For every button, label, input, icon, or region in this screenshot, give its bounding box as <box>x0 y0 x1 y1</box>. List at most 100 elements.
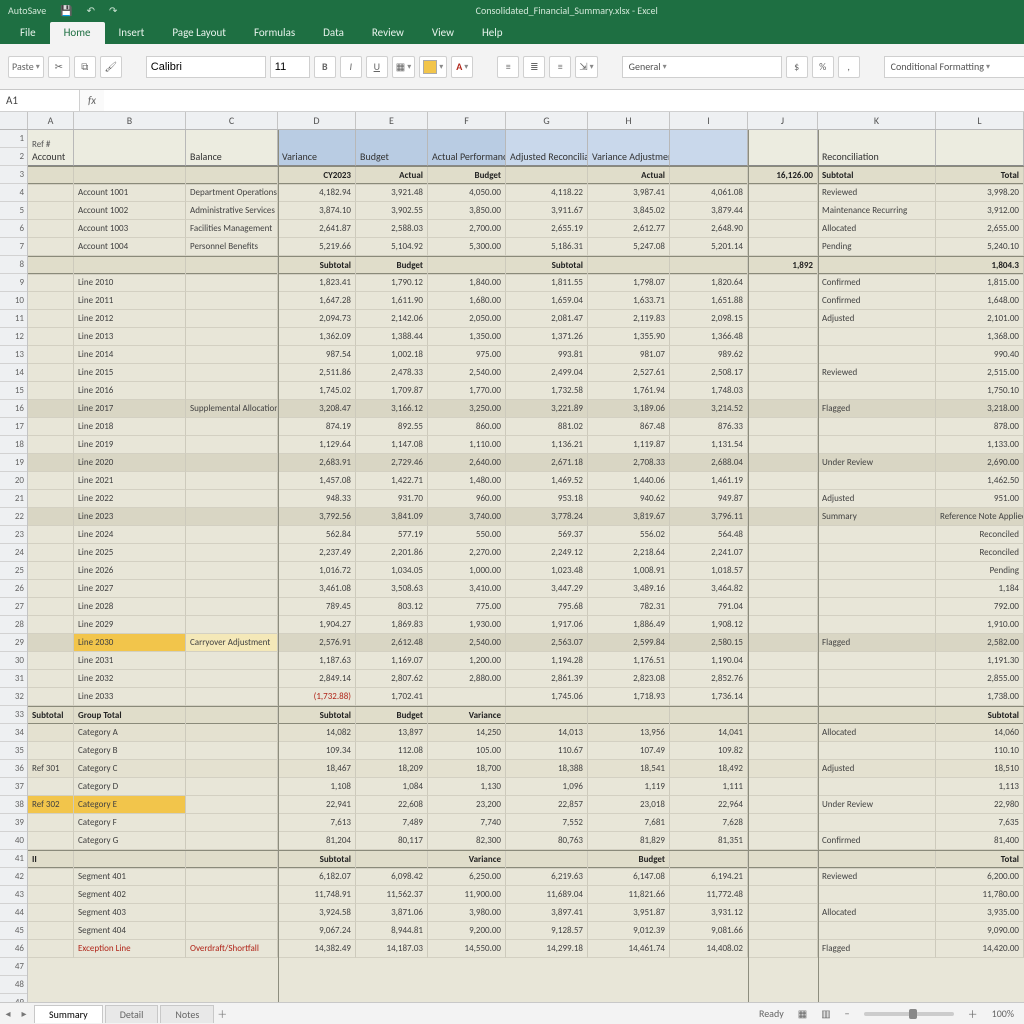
cell[interactable]: Line 2023 <box>74 508 186 526</box>
cell[interactable] <box>818 418 936 436</box>
cell[interactable]: 1,388.44 <box>356 328 428 346</box>
cell[interactable] <box>28 922 74 940</box>
cell[interactable]: 948.33 <box>278 490 356 508</box>
cell[interactable] <box>186 742 278 760</box>
cell[interactable] <box>186 472 278 490</box>
font-size-input[interactable] <box>270 56 310 78</box>
ribbon-tab-insert[interactable]: Insert <box>105 22 159 44</box>
cell[interactable]: 14,082 <box>278 724 356 742</box>
row-header[interactable]: 23 <box>0 526 27 544</box>
cell[interactable] <box>818 707 936 725</box>
cell[interactable]: 975.00 <box>428 346 506 364</box>
table-row[interactable]: Category B109.34112.08105.00110.67107.49… <box>28 742 1024 760</box>
table-row[interactable]: Account 1004Personnel Benefits5,219.665,… <box>28 238 1024 256</box>
cell[interactable] <box>28 616 74 634</box>
row-header[interactable]: 7 <box>0 238 27 256</box>
cell[interactable]: 1,892 <box>748 257 818 275</box>
cell[interactable]: Flagged <box>818 634 936 652</box>
cell[interactable] <box>818 742 936 760</box>
cell[interactable] <box>74 851 186 869</box>
cell[interactable]: 2,880.00 <box>428 670 506 688</box>
cell[interactable]: 3,489.16 <box>588 580 670 598</box>
cell[interactable]: 1,917.06 <box>506 616 588 634</box>
cell[interactable] <box>186 310 278 328</box>
zoom-level[interactable]: 100% <box>992 1007 1014 1020</box>
row-header[interactable]: 13 <box>0 346 27 364</box>
cell[interactable] <box>818 580 936 598</box>
row-header[interactable]: 8 <box>0 256 27 274</box>
row-header[interactable]: 34 <box>0 724 27 742</box>
cell[interactable] <box>28 814 74 832</box>
cell[interactable]: Line 2010 <box>74 274 186 292</box>
cell[interactable]: 4,050.00 <box>428 184 506 202</box>
cell[interactable] <box>186 544 278 562</box>
cell[interactable] <box>748 346 818 364</box>
table-row[interactable]: Line 20291,904.271,869.831,930.001,917.0… <box>28 616 1024 634</box>
cell[interactable]: 8,944.81 <box>356 922 428 940</box>
row-header[interactable]: 2 <box>0 148 27 166</box>
cell[interactable] <box>28 652 74 670</box>
column-header[interactable]: B <box>74 112 186 129</box>
ribbon-tab-home[interactable]: Home <box>50 22 105 44</box>
cell[interactable]: 1,422.71 <box>356 472 428 490</box>
row-header[interactable]: 48 <box>0 976 27 994</box>
cell[interactable]: 2,580.15 <box>670 634 748 652</box>
cell[interactable]: 1,702.41 <box>356 688 428 706</box>
cell[interactable] <box>818 562 936 580</box>
cell[interactable] <box>670 851 748 869</box>
cell[interactable]: Allocated <box>818 220 936 238</box>
cell[interactable]: 1,111 <box>670 778 748 796</box>
cell[interactable]: 109.82 <box>670 742 748 760</box>
table-column-header[interactable]: Ref #Account <box>28 130 74 166</box>
cell[interactable]: 22,608 <box>356 796 428 814</box>
cell[interactable]: 22,857 <box>506 796 588 814</box>
cell[interactable]: 3,987.41 <box>588 184 670 202</box>
cell[interactable]: 990.40 <box>936 346 1024 364</box>
cell[interactable]: 22,980 <box>936 796 1024 814</box>
cell[interactable]: Segment 402 <box>74 886 186 904</box>
cell[interactable]: Line 2019 <box>74 436 186 454</box>
cell[interactable]: Allocated <box>818 904 936 922</box>
cell[interactable]: 1,119.87 <box>588 436 670 454</box>
align-left-icon[interactable]: ≡ <box>497 56 519 78</box>
cell[interactable]: 3,819.67 <box>588 508 670 526</box>
cell[interactable] <box>28 436 74 454</box>
column-header[interactable]: L <box>936 112 1024 129</box>
cell[interactable]: Subtotal <box>28 707 74 725</box>
cell[interactable]: Line 2012 <box>74 310 186 328</box>
cell[interactable] <box>356 851 428 869</box>
cut-icon[interactable]: ✂ <box>48 56 70 78</box>
cell[interactable]: 1,000.00 <box>428 562 506 580</box>
cell[interactable]: 1,184 <box>936 580 1024 598</box>
cell[interactable] <box>748 707 818 725</box>
table-row[interactable]: Line 20252,237.492,201.862,270.002,249.1… <box>28 544 1024 562</box>
cell[interactable]: 4,118.22 <box>506 184 588 202</box>
cell[interactable]: 2,050.00 <box>428 310 506 328</box>
cell[interactable]: 3,464.82 <box>670 580 748 598</box>
cell[interactable]: 5,186.31 <box>506 238 588 256</box>
cell[interactable] <box>818 670 936 688</box>
cell[interactable]: 3,221.89 <box>506 400 588 418</box>
cell[interactable] <box>28 562 74 580</box>
cell[interactable]: 2,508.17 <box>670 364 748 382</box>
cell[interactable]: 3,998.20 <box>936 184 1024 202</box>
cell[interactable] <box>186 436 278 454</box>
cell[interactable]: 3,792.56 <box>278 508 356 526</box>
cell[interactable]: Total <box>936 851 1024 869</box>
cell[interactable]: 5,201.14 <box>670 238 748 256</box>
cell[interactable] <box>748 472 818 490</box>
cell[interactable]: 3,874.10 <box>278 202 356 220</box>
cell[interactable]: 14,060 <box>936 724 1024 742</box>
cell[interactable]: 2,499.04 <box>506 364 588 382</box>
cell[interactable]: Actual <box>356 167 428 185</box>
cell[interactable]: 1,611.90 <box>356 292 428 310</box>
cell[interactable] <box>186 580 278 598</box>
cell[interactable] <box>748 274 818 292</box>
row-header[interactable]: 39 <box>0 814 27 832</box>
cell[interactable] <box>28 580 74 598</box>
cell[interactable]: 9,200.00 <box>428 922 506 940</box>
new-sheet-icon[interactable]: ＋ <box>214 1006 230 1021</box>
cell[interactable]: 3,189.06 <box>588 400 670 418</box>
cell[interactable]: 782.31 <box>588 598 670 616</box>
cell[interactable]: 1,200.00 <box>428 652 506 670</box>
